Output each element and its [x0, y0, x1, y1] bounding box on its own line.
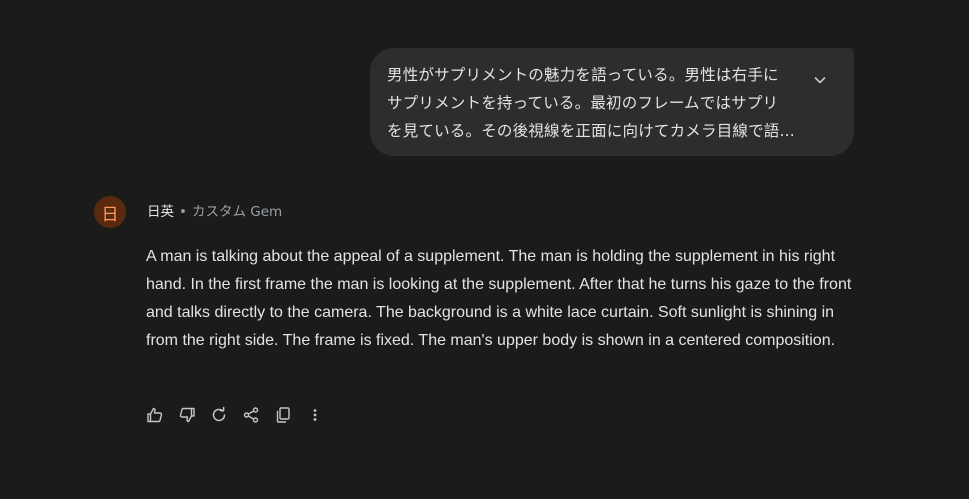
copy-button[interactable]	[272, 404, 294, 426]
gem-header: 日英 • カスタム Gem	[147, 203, 282, 221]
thumbs-down-icon	[179, 407, 195, 423]
share-button[interactable]	[240, 404, 262, 426]
regenerate-button[interactable]	[208, 404, 230, 426]
copy-icon	[276, 407, 290, 423]
response-action-bar	[144, 404, 336, 426]
gem-separator: •	[179, 204, 187, 220]
expand-prompt-button[interactable]	[808, 68, 832, 92]
user-prompt-text: 男性がサプリメントの魅力を語っている。男性は右手に サプリメントを持っている。最…	[387, 66, 795, 140]
chat-page: 男性がサプリメントの魅力を語っている。男性は右手に サプリメントを持っている。最…	[0, 0, 969, 499]
gem-name: 日英	[147, 204, 174, 220]
thumbs-up-icon	[147, 407, 163, 423]
redo-icon	[212, 406, 226, 422]
user-prompt-bubble: 男性がサプリメントの魅力を語っている。男性は右手に サプリメントを持っている。最…	[370, 48, 854, 156]
more-options-button[interactable]	[304, 404, 326, 426]
more-vert-icon	[313, 409, 317, 421]
chevron-down-icon	[814, 77, 826, 84]
gem-avatar: 日	[94, 196, 126, 228]
share-icon	[243, 407, 259, 423]
response-text: A man is talking about the appeal of a s…	[146, 248, 852, 349]
thumbs-down-button[interactable]	[176, 404, 198, 426]
thumbs-up-button[interactable]	[144, 404, 166, 426]
gem-type-label: カスタム Gem	[191, 204, 283, 220]
